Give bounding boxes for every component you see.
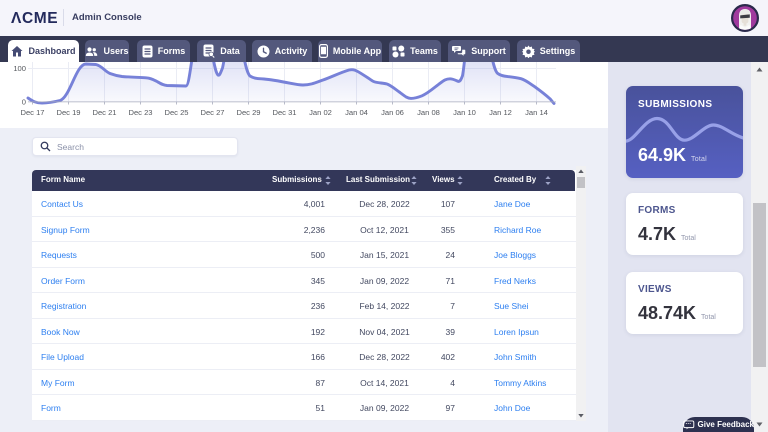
svg-text:0: 0: [22, 98, 26, 107]
svg-text:Jan 04: Jan 04: [345, 108, 368, 117]
svg-text:Dec 23: Dec 23: [128, 108, 152, 117]
svg-text:Jan 02: Jan 02: [309, 108, 332, 117]
svg-text:Dec 31: Dec 31: [272, 108, 296, 117]
svg-text:Dec 17: Dec 17: [20, 108, 44, 117]
svg-text:Dec 27: Dec 27: [200, 108, 224, 117]
svg-text:100: 100: [13, 64, 26, 73]
svg-text:Dec 29: Dec 29: [236, 108, 260, 117]
svg-text:Jan 10: Jan 10: [453, 108, 476, 117]
svg-text:Dec 21: Dec 21: [92, 108, 116, 117]
svg-text:Dec 19: Dec 19: [56, 108, 80, 117]
svg-text:Jan 12: Jan 12: [489, 108, 512, 117]
svg-text:Jan 06: Jan 06: [381, 108, 404, 117]
svg-text:Dec 25: Dec 25: [164, 108, 188, 117]
svg-text:Jan 14: Jan 14: [525, 108, 548, 117]
svg-text:Jan 08: Jan 08: [417, 108, 440, 117]
